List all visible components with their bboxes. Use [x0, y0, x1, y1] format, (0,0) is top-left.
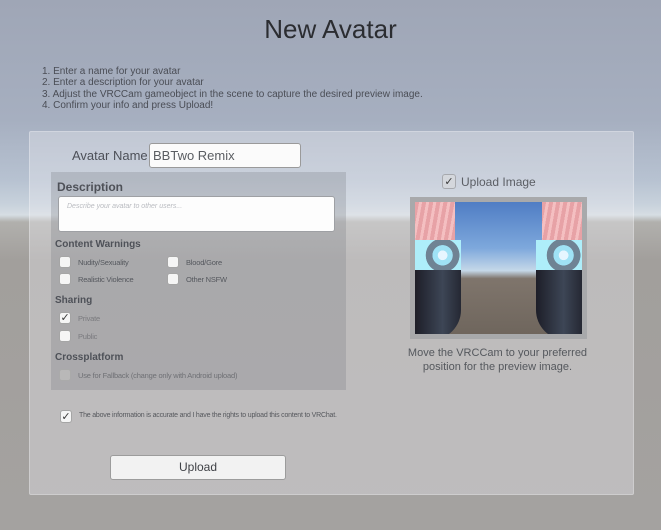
- checkbox-box[interactable]: [167, 273, 179, 285]
- preview-texture-right: [542, 202, 582, 240]
- preview-hint: Move the VRCCam to your preferred positi…: [407, 347, 588, 373]
- sharing-heading: Sharing: [55, 295, 93, 306]
- content-warnings-heading: Content Warnings: [55, 239, 141, 250]
- checkbox-label: Public: [78, 331, 98, 341]
- preview-shape-left: [415, 240, 461, 334]
- checkmark-icon[interactable]: ✓: [59, 312, 71, 324]
- checkbox-label: Blood/Gore: [186, 257, 222, 267]
- avatar-name-label: Avatar Name: [72, 148, 148, 163]
- fallback-checkbox: Use for Fallback (change only with Andro…: [59, 369, 237, 381]
- checkmark-icon[interactable]: ✓: [442, 174, 456, 189]
- checkbox-label: Other NSFW: [186, 274, 227, 284]
- checkbox-box[interactable]: [59, 256, 71, 268]
- checkbox-box[interactable]: [167, 256, 179, 268]
- blood-gore-checkbox[interactable]: Blood/Gore: [167, 256, 222, 268]
- checkbox-label: Nudity/Sexuality: [78, 257, 129, 267]
- description-heading: Description: [57, 180, 124, 194]
- checkbox-box[interactable]: [59, 273, 71, 285]
- nudity-checkbox[interactable]: Nudity/Sexuality: [59, 256, 129, 268]
- agreement-checkbox[interactable]: ✓ The above information is accurate and …: [60, 410, 340, 423]
- checkbox-box[interactable]: [59, 330, 71, 342]
- upload-image-label: Upload Image: [461, 174, 536, 189]
- description-input[interactable]: Describe your avatar to other users...: [58, 196, 335, 232]
- checkbox-label: Use for Fallback (change only with Andro…: [78, 370, 238, 380]
- realistic-violence-checkbox[interactable]: Realistic Violence: [59, 273, 134, 285]
- page-title: New Avatar: [264, 14, 397, 44]
- instruction-item: 2. Enter a description for your avatar: [42, 77, 204, 89]
- checkbox-label: Realistic Violence: [78, 274, 134, 284]
- instructions-list: 1. Enter a name for your avatar 2. Enter…: [42, 66, 423, 111]
- other-nsfw-checkbox[interactable]: Other NSFW: [167, 273, 227, 285]
- private-checkbox[interactable]: ✓ Private: [59, 312, 100, 324]
- instruction-item: 1. Enter a name for your avatar: [42, 66, 181, 77]
- preview-shape-right: [536, 240, 582, 334]
- crossplatform-heading: Crossplatform: [55, 352, 124, 363]
- checkbox-box: [59, 369, 71, 381]
- checkbox-label: Private: [78, 313, 100, 323]
- preview-texture-left: [415, 202, 455, 240]
- upload-button[interactable]: Upload: [110, 455, 286, 480]
- public-checkbox[interactable]: Public: [59, 330, 97, 342]
- agreement-label: The above information is accurate and I …: [79, 412, 337, 419]
- avatar-name-input[interactable]: [149, 143, 301, 168]
- checkmark-icon[interactable]: ✓: [60, 410, 72, 423]
- avatar-preview-image: [415, 202, 582, 334]
- instruction-item: 3. Adjust the VRCCam gameobject in the s…: [42, 88, 423, 100]
- instruction-item: 4. Confirm your info and press Upload!: [42, 99, 214, 111]
- upload-image-checkbox[interactable]: ✓ Upload Image: [442, 174, 536, 189]
